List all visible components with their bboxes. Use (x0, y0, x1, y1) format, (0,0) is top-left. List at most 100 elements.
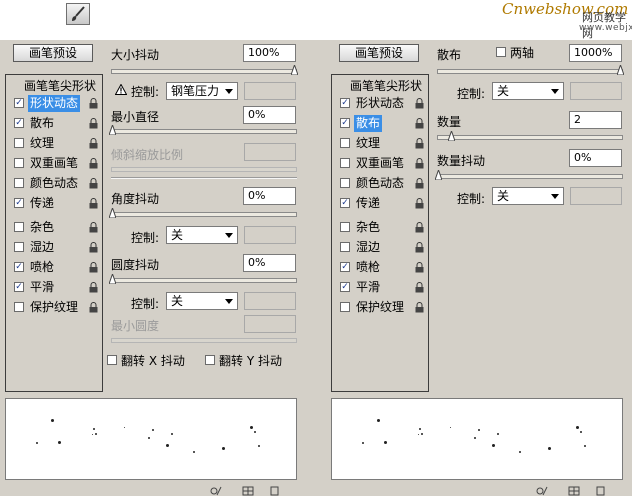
brush-option-item[interactable]: ✓ 喷枪 (335, 259, 427, 276)
slider-thumb-icon[interactable] (435, 170, 442, 180)
slider-thumb-icon[interactable] (617, 65, 624, 75)
brush-option-item[interactable]: 保护纹理 (335, 299, 427, 316)
size-jitter-slider[interactable] (111, 65, 298, 75)
lock-icon[interactable] (89, 158, 98, 169)
new-preset-icon[interactable] (210, 486, 222, 496)
lock-icon[interactable] (89, 222, 98, 233)
slider-thumb-icon[interactable] (109, 274, 116, 284)
grid-icon[interactable] (568, 486, 580, 496)
lock-icon[interactable] (415, 118, 424, 129)
brush-option-item[interactable]: 湿边 (335, 239, 427, 256)
brush-option-item[interactable]: 双重画笔 (335, 155, 427, 172)
slider-thumb-icon[interactable] (448, 131, 455, 141)
option-checkbox[interactable]: ✓ (340, 118, 350, 128)
option-checkbox[interactable]: ✓ (14, 282, 24, 292)
roundness-jitter-slider[interactable] (109, 274, 297, 284)
brush-presets-button[interactable]: 画笔预设 (13, 44, 93, 62)
lock-icon[interactable] (415, 158, 424, 169)
brush-tip-shape-item[interactable]: 画笔笔尖形状 (24, 77, 96, 94)
new-preset-icon[interactable] (536, 486, 548, 496)
lock-icon[interactable] (89, 242, 98, 253)
page-icon[interactable] (594, 486, 606, 496)
brush-option-item[interactable]: 保护纹理 (9, 299, 101, 316)
brush-option-item[interactable]: 杂色 (9, 219, 101, 236)
lock-icon[interactable] (89, 198, 98, 209)
size-jitter-field[interactable]: 100% (243, 44, 296, 62)
lock-icon[interactable] (89, 98, 98, 109)
option-checkbox[interactable] (14, 222, 24, 232)
option-checkbox[interactable] (340, 222, 350, 232)
option-checkbox[interactable]: ✓ (340, 282, 350, 292)
brush-option-item[interactable]: 纹理 (9, 135, 101, 152)
brush-option-item[interactable]: ✓ 传递 (335, 195, 427, 212)
size-control-select[interactable]: 钢笔压力 (166, 82, 238, 100)
lock-icon[interactable] (89, 262, 98, 273)
option-checkbox[interactable]: ✓ (14, 262, 24, 272)
slider-thumb-icon[interactable] (109, 208, 116, 218)
angle-jitter-slider[interactable] (109, 208, 297, 218)
roundness-control-select[interactable]: 关 (166, 292, 238, 310)
roundness-jitter-field[interactable]: 0% (243, 254, 296, 272)
option-checkbox[interactable] (340, 178, 350, 188)
option-checkbox[interactable]: ✓ (340, 262, 350, 272)
brush-option-item[interactable]: 纹理 (335, 135, 427, 152)
brush-toggle-button[interactable] (66, 3, 90, 25)
angle-control-select[interactable]: 关 (166, 226, 238, 244)
option-checkbox[interactable] (14, 242, 24, 252)
angle-jitter-field[interactable]: 0% (243, 187, 296, 205)
lock-icon[interactable] (415, 98, 424, 109)
option-checkbox[interactable]: ✓ (14, 198, 24, 208)
brush-option-item[interactable]: ✓ 形状动态 (9, 95, 101, 112)
brush-option-item[interactable]: ✓ 散布 (335, 115, 427, 132)
slider-thumb-icon[interactable] (109, 125, 116, 135)
grid-icon[interactable] (242, 486, 254, 496)
brush-tip-shape-item[interactable]: 画笔笔尖形状 (350, 77, 422, 94)
scatter-field[interactable]: 1000% (569, 44, 622, 62)
option-checkbox[interactable] (14, 138, 24, 148)
slider-thumb-icon[interactable] (291, 65, 298, 75)
lock-icon[interactable] (89, 138, 98, 149)
brush-option-item[interactable]: ✓ 平滑 (9, 279, 101, 296)
scatter-control-select[interactable]: 关 (492, 82, 564, 100)
brush-option-item[interactable]: 杂色 (335, 219, 427, 236)
option-checkbox[interactable] (14, 178, 24, 188)
brush-option-item[interactable]: 颜色动态 (9, 175, 101, 192)
brush-option-item[interactable]: 颜色动态 (335, 175, 427, 192)
option-checkbox[interactable]: ✓ (14, 118, 24, 128)
brush-option-item[interactable]: ✓ 散布 (9, 115, 101, 132)
lock-icon[interactable] (415, 198, 424, 209)
option-checkbox[interactable]: ✓ (340, 98, 350, 108)
option-checkbox[interactable] (340, 138, 350, 148)
lock-icon[interactable] (89, 178, 98, 189)
lock-icon[interactable] (89, 118, 98, 129)
lock-icon[interactable] (415, 178, 424, 189)
option-checkbox[interactable]: ✓ (340, 198, 350, 208)
lock-icon[interactable] (415, 242, 424, 253)
count-jitter-field[interactable]: 0% (569, 149, 622, 167)
lock-icon[interactable] (415, 262, 424, 273)
scatter-slider[interactable] (437, 65, 624, 75)
brush-option-item[interactable]: 湿边 (9, 239, 101, 256)
flip-y-checkbox[interactable] (205, 355, 215, 365)
brush-option-item[interactable]: ✓ 形状动态 (335, 95, 427, 112)
brush-option-item[interactable]: ✓ 喷枪 (9, 259, 101, 276)
option-checkbox[interactable] (340, 302, 350, 312)
option-checkbox[interactable] (14, 158, 24, 168)
lock-icon[interactable] (415, 302, 424, 313)
brush-option-item[interactable]: 双重画笔 (9, 155, 101, 172)
brush-presets-button[interactable]: 画笔预设 (339, 44, 419, 62)
option-checkbox[interactable]: ✓ (14, 98, 24, 108)
min-diameter-slider[interactable] (109, 125, 297, 135)
brush-option-item[interactable]: ✓ 传递 (9, 195, 101, 212)
count-control-select[interactable]: 关 (492, 187, 564, 205)
brush-option-item[interactable]: ✓ 平滑 (335, 279, 427, 296)
page-icon[interactable] (268, 486, 280, 496)
flip-x-checkbox[interactable] (107, 355, 117, 365)
lock-icon[interactable] (89, 302, 98, 313)
both-axes-checkbox[interactable] (496, 47, 506, 57)
option-checkbox[interactable] (14, 302, 24, 312)
lock-icon[interactable] (415, 222, 424, 233)
count-jitter-slider[interactable] (435, 170, 623, 180)
option-checkbox[interactable] (340, 242, 350, 252)
count-slider[interactable] (437, 131, 623, 141)
